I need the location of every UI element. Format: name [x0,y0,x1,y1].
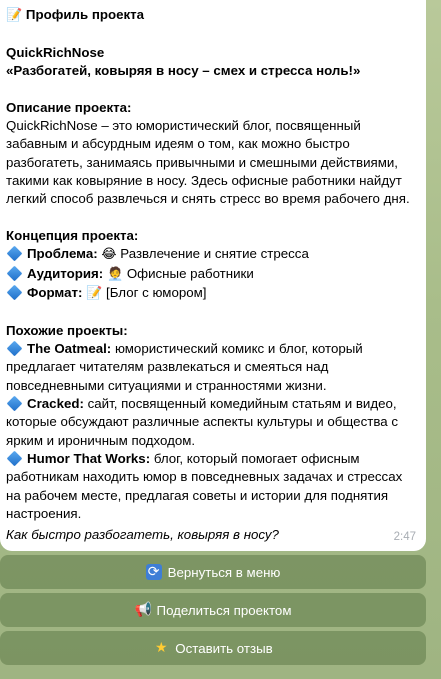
message-time: 2:47 [393,530,416,543]
blue-diamond-icon [6,340,23,357]
similar-text: ярким и ироничным подходом. [6,432,196,448]
similar-name: The Oatmeal: [27,341,112,357]
similar-text: настроения. [6,505,82,521]
message-footer: Как быстро разбогатеть, ковыряя в носу? [6,527,279,542]
back-to-menu-label: Вернуться в меню [167,564,281,580]
similar-text: блог, который помогает офисным [153,450,360,466]
blue-diamond-icon [6,395,23,412]
back-to-menu-button[interactable]: ⟳ Вернуться в меню [0,555,426,589]
description-line: забавным и абсурдным идеям о том, как мо… [6,136,350,152]
refresh-icon: ⟳ [145,564,162,580]
megaphone-icon: 📢 [134,602,152,618]
description-title: Описание проекта: [6,99,132,115]
concept-value: Офисные работники [126,265,254,281]
laughing-emoji-icon: 😂 [101,247,117,263]
similar-item: Humor That Works: блог, который помогает… [6,450,420,468]
similar-text: предлагает читателям развлекаться и смея… [6,359,329,375]
similar-item: Cracked: сайт, посвященный комедийным ст… [6,395,420,413]
blue-diamond-icon [6,265,23,282]
blue-diamond-icon [6,450,23,467]
blue-diamond-icon [6,284,23,301]
similar-item: The Oatmeal: юмористический комикс и бло… [6,340,420,358]
concept-title: Концепция проекта: [6,228,139,244]
similar-text: сайт, посвященный комедийным статьям и в… [87,396,397,412]
project-slogan: «Разбогатей, ковыряя в носу – смех и стр… [6,63,361,79]
leave-review-button[interactable]: ★ Оставить отзыв [0,631,426,665]
memo-emoji-icon: 📝 [86,286,103,302]
office-worker-emoji-icon: 🧑‍💼 [106,266,124,282]
concept-item-format: Формат: 📝 [Блог с юмором] [6,284,420,303]
message-bubble: 📝 Профиль проекта QuickRichNose «Разбога… [0,0,426,551]
leave-review-label: Оставить отзыв [175,640,273,656]
similar-text: работникам находить юмор в повседневных … [6,469,403,485]
concept-label: Проблема: [27,246,98,262]
concept-item-problem: Проблема: 😂 Развлечение и снятие стресса [6,245,420,264]
concept-label: Аудитория: [27,265,104,281]
share-project-button[interactable]: 📢 Поделиться проектом [0,593,426,627]
message-header: 📝 Профиль проекта [6,6,420,25]
project-name: QuickRichNose [6,44,105,60]
similar-text: повседневными ситуациями и странностями … [6,377,327,393]
message-header-text: Профиль проекта [25,7,145,22]
description-line: такими как ковыряние в носу. Здесь офисн… [6,173,402,189]
similar-name: Humor That Works: [27,450,151,466]
share-project-label: Поделиться проектом [156,602,292,618]
similar-text: которые обсуждают различные аспекты куль… [6,414,398,430]
description-line: легкий способ развлечься и снять стресс … [6,191,410,207]
similar-title: Похожие проекты: [6,322,128,338]
concept-label: Формат: [27,285,83,301]
memo-icon: 📝 [6,8,23,23]
concept-value: Развлечение и снятие стресса [120,246,309,262]
star-icon: ★ [154,640,168,656]
similar-text: на рабочем месте, предлагая советы и ист… [6,487,389,503]
blue-diamond-icon [6,246,23,262]
similar-text: юмористический комикс и блог, который [114,341,363,357]
description-line: разбогатеть, занимаясь привычными и смеш… [6,154,398,170]
similar-name: Cracked: [27,396,84,412]
concept-item-audience: Аудитория: 🧑‍💼 Офисные работники [6,265,420,284]
description-line: QuickRichNose – это юмористический блог,… [6,118,361,134]
concept-value: [Блог с юмором] [106,285,207,301]
